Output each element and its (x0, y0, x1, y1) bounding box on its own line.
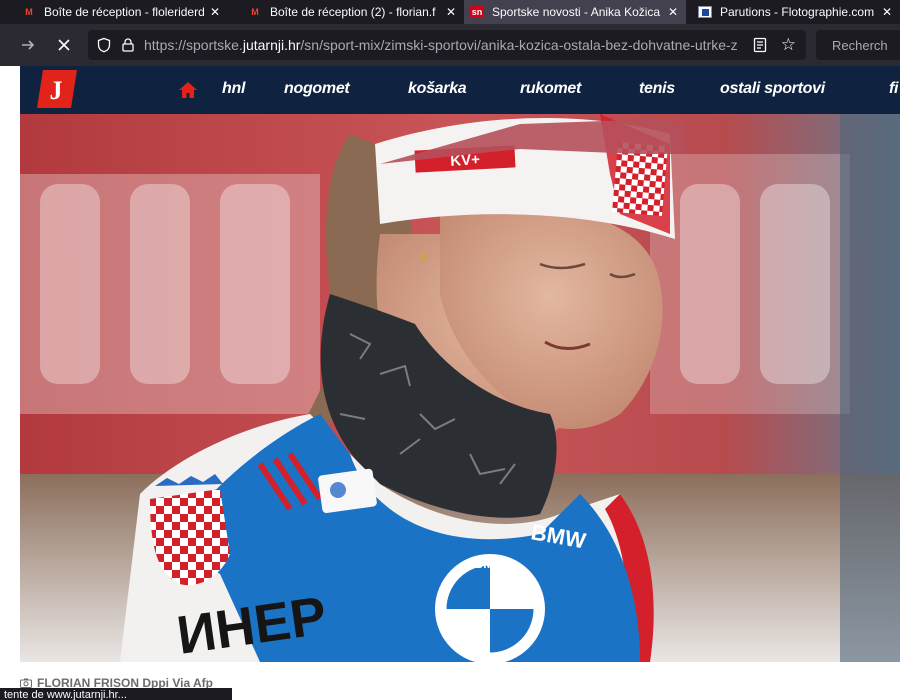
article-hero-photo: KV+ ИHEP BMW BMW (20, 114, 900, 662)
nav-item-ostali-sportovi[interactable]: ostali sportovi (720, 80, 825, 98)
forward-button[interactable] (16, 33, 40, 57)
sn-icon: sn (470, 6, 484, 18)
nav-item-nogomet[interactable]: nogomet (284, 80, 350, 98)
url-bar[interactable]: https://sportske.jutarnji.hr/sn/sport-mi… (88, 30, 806, 60)
tab-flotographie[interactable]: Parutions - Flotographie.com ✕ (686, 0, 900, 24)
close-icon[interactable]: ✕ (210, 5, 220, 19)
url-domain: jutarnji.hr (242, 37, 301, 53)
nav-item-kosarka[interactable]: košarka (408, 80, 467, 98)
tab-title: Parutions - Flotographie.com (720, 5, 875, 19)
search-input[interactable] (832, 37, 900, 53)
tab-title: Sportske novosti - Anika Kožica (492, 5, 661, 19)
logo-letter: J (50, 76, 63, 105)
flotographie-icon (698, 6, 712, 18)
nav-item-rukomet[interactable]: rukomet (520, 80, 581, 98)
tab-title: Boîte de réception (2) - florian.f (270, 5, 436, 19)
url-text[interactable]: https://sportske.jutarnji.hr/sn/sport-mi… (144, 37, 744, 53)
nav-item-tenis[interactable]: tenis (639, 80, 675, 98)
home-icon[interactable] (178, 80, 198, 100)
site-navigation: J hnl nogomet košarka rukomet tenis osta… (20, 66, 900, 114)
tab-title: Boîte de réception - floleriderdu (44, 5, 204, 19)
tab-strip: M Boîte de réception - floleriderdu ✕ M … (0, 0, 900, 24)
bookmark-star-icon[interactable]: ☆ (781, 35, 796, 55)
shield-icon[interactable] (96, 37, 112, 53)
lock-icon[interactable] (120, 37, 136, 53)
bmw-logo-text: BMW (474, 556, 507, 571)
gmail-icon: M (25, 7, 33, 17)
close-icon[interactable]: ✕ (882, 5, 892, 19)
close-icon[interactable]: ✕ (446, 5, 456, 19)
tab-gmail-1[interactable]: M Boîte de réception - floleriderdu ✕ (0, 0, 228, 24)
tab-sportske-novosti[interactable]: sn Sportske novosti - Anika Kožica ✕ (464, 0, 686, 24)
stop-loading-button[interactable] (52, 33, 76, 57)
jutarnji-logo[interactable]: J (37, 70, 77, 108)
tab-gmail-2[interactable]: M Boîte de réception (2) - florian.f ✕ (228, 0, 464, 24)
bmw-logo: BMW (435, 554, 545, 662)
arrow-right-icon (22, 40, 35, 50)
reader-view-icon[interactable] (752, 37, 768, 53)
nav-item-more[interactable]: fi (889, 80, 898, 98)
page-content: J hnl nogomet košarka rukomet tenis osta… (0, 66, 900, 700)
gmail-icon: M (251, 7, 259, 17)
search-box[interactable] (816, 30, 900, 60)
status-bar: tente de www.jutarnji.hr... (0, 688, 232, 700)
nav-item-hnl[interactable]: hnl (222, 80, 245, 98)
url-path: /sn/sport-mix/zimski-sportovi/anika-kozi… (300, 37, 738, 53)
url-prefix: https://sportske. (144, 37, 243, 53)
camera-icon (20, 678, 32, 688)
navigation-toolbar: https://sportske.jutarnji.hr/sn/sport-mi… (0, 24, 900, 66)
close-icon (58, 39, 70, 51)
athlete-photo: KV+ ИHEP BMW BMW (20, 114, 900, 662)
close-icon[interactable]: ✕ (668, 5, 678, 19)
